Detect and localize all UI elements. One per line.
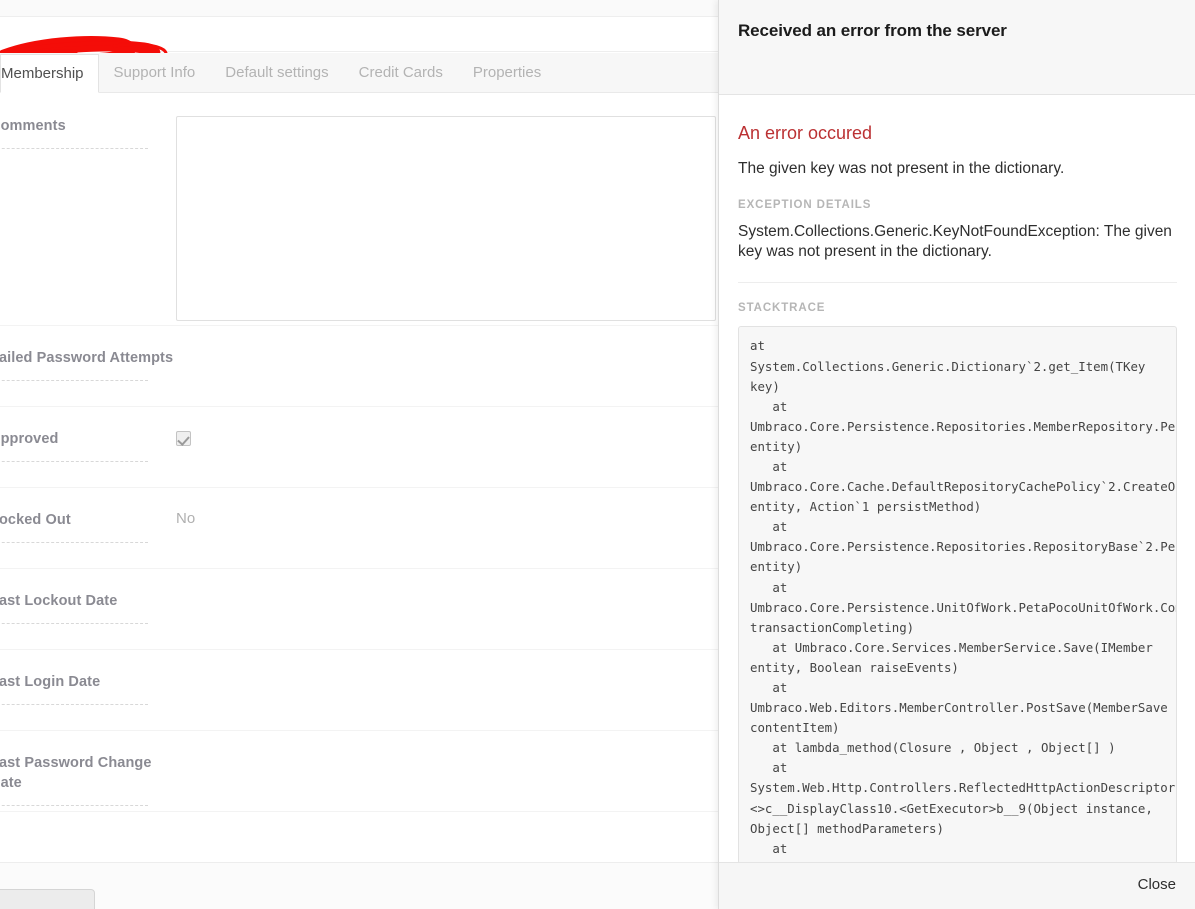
tab-label: Support Info: [114, 64, 196, 81]
dialog-footer: Close: [719, 862, 1195, 909]
editor-tabs[interactable]: Membership Support Info Default settings…: [0, 53, 720, 93]
comments-textarea[interactable]: [176, 116, 716, 321]
property-value: [176, 429, 720, 449]
exception-details-text: System.Collections.Generic.KeyNotFoundEx…: [738, 222, 1177, 263]
tab-label: Membership: [1, 65, 84, 82]
property-value: [176, 116, 720, 325]
tab-membership[interactable]: Membership: [0, 54, 99, 93]
property-row-last-lockout-date: Last Lockout Date: [0, 569, 720, 650]
property-label-wrap: Last Password Change Date: [0, 753, 176, 811]
tab-credit-cards[interactable]: Credit Cards: [344, 53, 458, 92]
server-error-dialog: Received an error from the server An err…: [718, 0, 1195, 909]
error-message: The given key was not present in the dic…: [738, 159, 1177, 180]
tab-label: Default settings: [225, 64, 328, 81]
property-label: Last Login Date: [0, 672, 176, 692]
property-row-last-login-date: Last Login Date: [0, 650, 720, 731]
dialog-title: Received an error from the server: [738, 21, 1007, 41]
property-list: Comments Failed Password Attempts Approv…: [0, 94, 720, 909]
editor-footer: [0, 862, 720, 909]
property-row-comments: Comments: [0, 94, 720, 326]
label-dashed-rule: [0, 805, 148, 806]
label-dashed-rule: [0, 461, 148, 462]
property-value: No: [176, 510, 720, 530]
property-row-failed-password-attempts: Failed Password Attempts: [0, 326, 720, 407]
tab-label: Credit Cards: [359, 64, 443, 81]
property-row-last-password-change-date: Last Password Change Date: [0, 731, 720, 812]
property-label: Approved: [0, 429, 176, 449]
editor-header: [0, 18, 720, 52]
property-value: [176, 753, 720, 773]
property-label: Last Lockout Date: [0, 591, 176, 611]
dialog-body: An error occured The given key was not p…: [719, 96, 1195, 862]
property-row-locked-out: Locked Out No: [0, 488, 720, 569]
property-label-wrap: Last Lockout Date: [0, 591, 176, 649]
dialog-header: Received an error from the server: [719, 0, 1195, 95]
property-label: Failed Password Attempts: [0, 348, 176, 368]
stacktrace-label: STACKTRACE: [738, 302, 1177, 314]
label-dashed-rule: [0, 148, 148, 149]
tab-default-settings[interactable]: Default settings: [210, 53, 343, 92]
approved-checkbox[interactable]: [176, 431, 191, 446]
screen: Membership Support Info Default settings…: [0, 0, 1195, 909]
tab-label: Properties: [473, 64, 541, 81]
editor-footer-button[interactable]: [0, 889, 95, 909]
label-dashed-rule: [0, 704, 148, 705]
property-label: Locked Out: [0, 510, 176, 530]
property-label-wrap: Approved: [0, 429, 176, 487]
property-value: [176, 591, 720, 611]
property-label-wrap: Failed Password Attempts: [0, 348, 176, 406]
label-dashed-rule: [0, 623, 148, 624]
exception-details-label: EXCEPTION DETAILS: [738, 199, 1177, 211]
error-heading: An error occured: [738, 123, 1177, 145]
property-label-wrap: Comments: [0, 116, 176, 174]
section-divider: [738, 282, 1177, 283]
stacktrace-text: at System.Collections.Generic.Dictionary…: [750, 336, 1165, 862]
close-button[interactable]: Close: [1138, 876, 1176, 893]
stacktrace-box[interactable]: at System.Collections.Generic.Dictionary…: [738, 326, 1177, 862]
property-row-approved: Approved: [0, 407, 720, 488]
property-label: Last Password Change Date: [0, 753, 176, 793]
tab-support-info[interactable]: Support Info: [99, 53, 211, 92]
label-dashed-rule: [0, 542, 148, 543]
app-top-strip: [0, 0, 720, 17]
member-editor-pane: Membership Support Info Default settings…: [0, 0, 720, 909]
property-value: [176, 672, 720, 692]
label-dashed-rule: [0, 380, 148, 381]
property-value: [176, 348, 720, 368]
property-label-wrap: Last Login Date: [0, 672, 176, 730]
property-label-wrap: Locked Out: [0, 510, 176, 568]
tab-properties[interactable]: Properties: [458, 53, 556, 92]
property-label: Comments: [0, 116, 176, 136]
